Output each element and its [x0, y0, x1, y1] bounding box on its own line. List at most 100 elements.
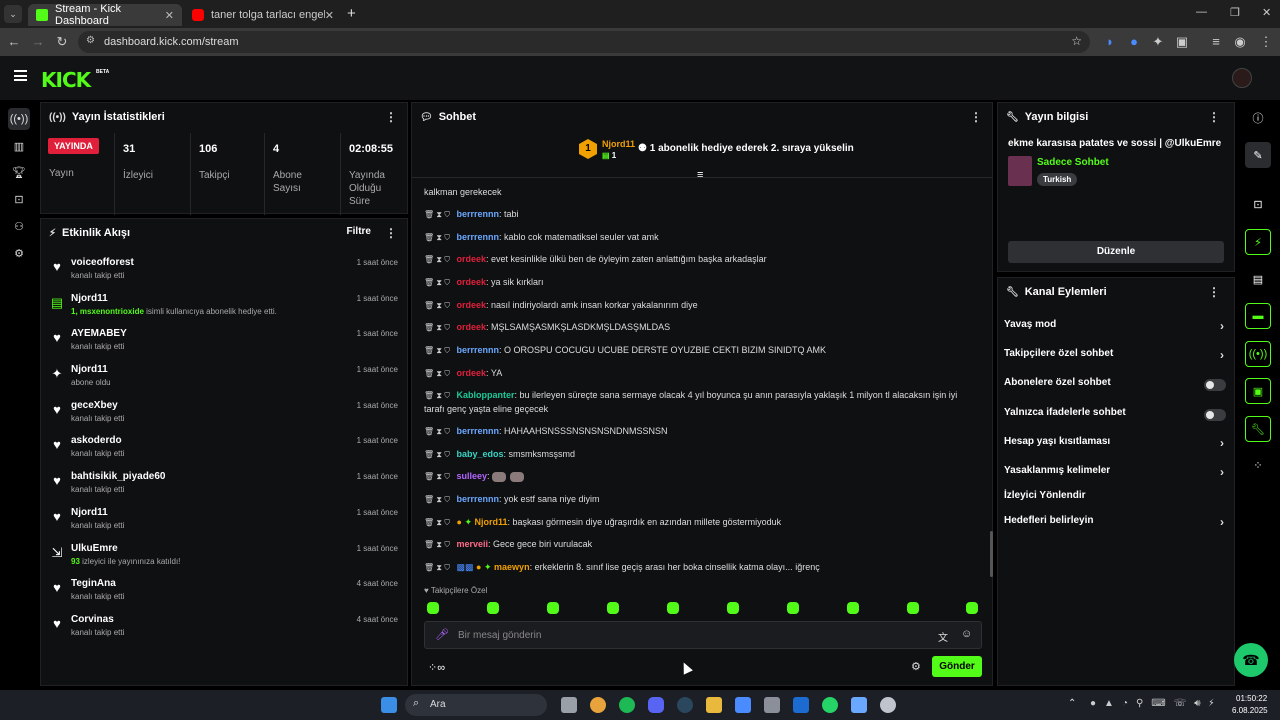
emote-icon[interactable] [727, 602, 739, 614]
chrome-icon[interactable] [590, 697, 606, 713]
activity-user[interactable]: Njord11 [71, 364, 108, 375]
microphone-icon[interactable]: 🎤︎ [435, 628, 449, 641]
mod-action-icons[interactable]: 🗑︎ ⧗ ⛉ [424, 323, 450, 332]
tab-list-icon[interactable]: ⌄ [4, 5, 22, 23]
forward-icon[interactable]: → [30, 34, 46, 49]
chat-username[interactable]: ordeek [457, 300, 487, 310]
settings-rail-icon[interactable]: ⚙ [8, 242, 30, 264]
tab-kick-dashboard[interactable]: Stream - Kick Dashboard ✕ [28, 3, 182, 27]
activity-user[interactable]: UlkuEmre [71, 543, 118, 554]
activity-user[interactable]: Njord11 [71, 293, 108, 304]
new-tab-button[interactable]: + [347, 5, 356, 22]
chat-username[interactable]: ordeek [457, 254, 487, 264]
more-rail-icon[interactable]: ⁘ [1245, 452, 1271, 478]
clock-time[interactable]: 01:50:22 [1236, 694, 1267, 703]
close-window-button[interactable]: ✕ [1262, 6, 1271, 19]
action-followers-only[interactable]: Takipçilere özel sohbet › [1004, 348, 1230, 364]
chat-input-box[interactable]: 🎤︎ Bir mesaj gönderin 文 ☺ [424, 621, 982, 649]
lightning-rail-icon[interactable]: ⚡︎ [1245, 229, 1271, 255]
mod-action-icons[interactable]: 🗑︎ ⧗ ⛉ [424, 427, 450, 436]
app-icon[interactable] [851, 697, 867, 713]
chat-username[interactable]: merveii [457, 539, 489, 549]
tray-overflow-icon[interactable]: ⌃ [1068, 698, 1076, 709]
chat-settings-icon[interactable]: ⚙ [911, 660, 921, 673]
emote-icon[interactable] [547, 602, 559, 614]
chat-username[interactable]: ordeek [457, 368, 487, 378]
activity-user[interactable]: TeginAna [71, 578, 116, 589]
clock-date[interactable]: 6.08.2025 [1232, 706, 1268, 715]
info-rail-icon[interactable]: ⓘ [1245, 105, 1271, 131]
chat-username[interactable]: Kabloppanter [457, 390, 515, 400]
chat-username[interactable]: berrrennn [457, 494, 500, 504]
mod-action-icons[interactable]: 🗑︎ ⧗ ⛉ [424, 255, 450, 264]
extension-icon[interactable]: ● [1126, 34, 1142, 49]
notes-rail-icon[interactable]: ▤ [1245, 266, 1271, 292]
maximize-button[interactable]: ❐ [1230, 6, 1240, 19]
chat-username[interactable]: berrrennn [457, 426, 500, 436]
chat-username[interactable]: Njord11 [475, 517, 508, 527]
minimize-button[interactable]: — [1196, 6, 1207, 18]
tray-icons[interactable]: ●▲◔⚲⌨☏🔊︎⚡︎ [1090, 698, 1222, 709]
analytics-rail-icon[interactable]: ▥ [8, 135, 30, 157]
folder-icon[interactable] [706, 697, 722, 713]
user-avatar[interactable] [1232, 68, 1252, 88]
extension-icon[interactable]: ✦ [1150, 34, 1166, 50]
outlook-icon[interactable] [793, 697, 809, 713]
discord-icon[interactable] [648, 697, 664, 713]
extension-icon[interactable]: ◗ [1102, 34, 1118, 49]
emoji-picker-icon[interactable]: ☺ [961, 628, 972, 640]
windows-start-icon[interactable] [381, 697, 397, 713]
chat-username[interactable]: berrrennn [457, 232, 500, 242]
send-button[interactable]: Gönder [932, 656, 982, 677]
category-name[interactable]: Sadece Sohbet [1037, 157, 1109, 168]
tag-chip[interactable]: Turkish [1037, 173, 1078, 186]
whatsapp-icon[interactable] [822, 697, 838, 713]
file-explorer-icon[interactable] [561, 697, 577, 713]
top-gifter-name[interactable]: Njord11 [602, 139, 635, 149]
mod-action-icons[interactable]: 🗑︎ ⧗ ⛉ [424, 369, 450, 378]
action-emotes-only[interactable]: Yalnızca ifadelerle sohbet [1004, 407, 1230, 423]
edit-rail-icon[interactable]: ✎ [1245, 142, 1271, 168]
gift-prompt[interactable]: ⚉ 1 abonelik hediye ederek 2. sıraya yük… [638, 143, 854, 154]
mod-action-icons[interactable]: 🗑︎ ⧗ ⛉ [424, 278, 450, 287]
wrench-rail-icon[interactable]: 🔧︎ [1245, 416, 1271, 442]
mod-action-icons[interactable]: 🗑︎ ⧗ ⛉ [424, 518, 450, 527]
action-account-age[interactable]: Hesap yaşı kısıtlaması › [1004, 436, 1230, 452]
scrollbar[interactable] [990, 531, 993, 577]
trophy-rail-icon[interactable]: 🏆︎ [8, 161, 30, 183]
emotes-only-toggle[interactable] [1204, 409, 1226, 421]
support-chat-button[interactable]: ☎ [1234, 643, 1268, 677]
action-set-goals[interactable]: Hedefleri belirleyin › [1004, 515, 1230, 531]
action-redirect-viewers[interactable]: İzleyici Yönlendir [1004, 490, 1230, 506]
hamburger-menu-icon[interactable] [14, 70, 27, 81]
more-options-icon[interactable]: ⋮ [385, 226, 397, 240]
mod-action-icons[interactable]: 🗑︎ ⧗ ⛉ [424, 301, 450, 310]
activity-user[interactable]: geceXbey [71, 400, 118, 411]
community-rail-icon[interactable]: ⚇ [8, 215, 30, 237]
action-subscribers-only[interactable]: Abonelere özel sohbet [1004, 377, 1230, 393]
app-icon[interactable] [735, 697, 751, 713]
close-tab-icon[interactable]: ✕ [165, 9, 174, 22]
emote-icon[interactable] [907, 602, 919, 614]
reload-icon[interactable]: ↻ [54, 34, 70, 50]
spotify-icon[interactable] [619, 697, 635, 713]
activity-user[interactable]: AYEMABEY [71, 328, 127, 339]
mod-action-icons[interactable]: 🗑︎ ⧗ ⛉ [424, 495, 450, 504]
activity-user[interactable]: Corvinas [71, 614, 114, 625]
edit-button[interactable]: Düzenle [1008, 241, 1224, 263]
mod-action-icons[interactable]: 🗑︎ ⧗ ⛉ [424, 563, 450, 572]
taskbar-search[interactable]: ⌕ Ara [405, 694, 547, 716]
back-icon[interactable]: ← [6, 34, 22, 49]
action-slow-mode[interactable]: Yavaş mod › [1004, 319, 1230, 335]
chat-filter-icon[interactable]: ≡ [697, 169, 703, 181]
activity-user[interactable]: voiceofforest [71, 257, 134, 268]
activity-user[interactable]: Njord11 [71, 507, 108, 518]
filter-button[interactable]: Filtre [347, 226, 371, 237]
kick-logo[interactable]: KICK [41, 68, 91, 92]
mod-action-icons[interactable]: 🗑︎ ⧗ ⛉ [424, 540, 450, 549]
more-options-icon[interactable]: ⋮ [970, 110, 982, 124]
more-options-icon[interactable]: ⋮ [1208, 285, 1220, 299]
emote-icon[interactable] [491, 471, 506, 482]
emote-icon[interactable] [487, 602, 499, 614]
category-thumbnail[interactable] [1008, 156, 1032, 186]
